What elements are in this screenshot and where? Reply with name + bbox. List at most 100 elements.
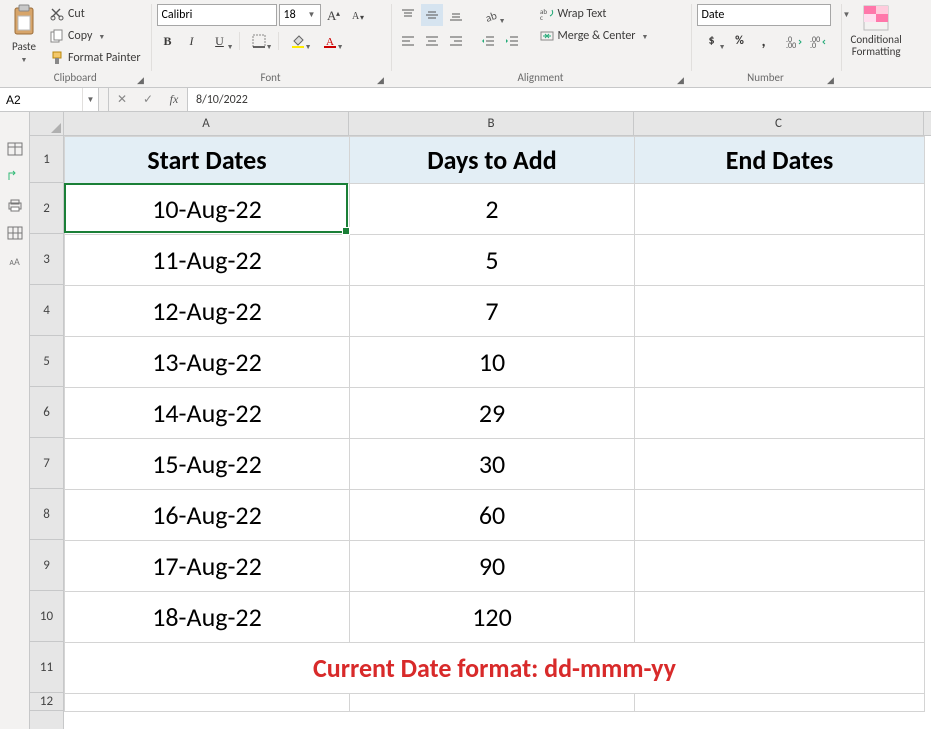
font-color-button[interactable]: A ▼ xyxy=(315,30,345,52)
cell[interactable]: 2 xyxy=(350,184,635,235)
align-top-button[interactable] xyxy=(397,4,419,26)
decrease-font-button[interactable]: A▾ xyxy=(347,4,369,26)
font-size-input[interactable] xyxy=(280,5,304,25)
chevron-down-icon[interactable]: ▼ xyxy=(82,88,98,111)
cell[interactable]: 29 xyxy=(350,388,635,439)
font-launcher[interactable]: ◢ xyxy=(375,75,387,87)
wrap-text-button[interactable]: abc Wrap Text xyxy=(536,4,653,24)
align-right-button[interactable] xyxy=(445,30,467,52)
cell[interactable]: 5 xyxy=(350,235,635,286)
percent-button[interactable]: % xyxy=(729,30,751,52)
toolstrip-step-icon[interactable] xyxy=(5,168,25,186)
decrease-indent-button[interactable] xyxy=(477,30,499,52)
cut-button[interactable]: Cut xyxy=(46,4,145,24)
cell[interactable] xyxy=(635,286,925,337)
merge-center-button[interactable]: Merge & Center ▼ xyxy=(536,26,653,46)
header-cell[interactable]: Start Dates xyxy=(65,137,350,184)
cell[interactable]: 16-Aug-22 xyxy=(65,490,350,541)
header-cell[interactable]: Days to Add xyxy=(350,137,635,184)
increase-decimal-button[interactable]: .0.00 xyxy=(783,30,805,52)
insert-function-button[interactable]: fx xyxy=(161,88,187,111)
cancel-formula-button[interactable]: ✕ xyxy=(109,88,135,111)
row-header-2[interactable]: 2 xyxy=(30,183,63,234)
borders-button[interactable]: ▼ xyxy=(244,30,274,52)
cell[interactable]: 90 xyxy=(350,541,635,592)
row-header-3[interactable]: 3 xyxy=(30,234,63,285)
cell[interactable] xyxy=(635,592,925,643)
select-all-corner[interactable] xyxy=(30,112,64,136)
column-header-A[interactable]: A xyxy=(64,112,349,135)
formula-input[interactable]: 8/10/2022 xyxy=(188,88,931,111)
cell[interactable]: 120 xyxy=(350,592,635,643)
row-header-1[interactable]: 1 xyxy=(30,136,63,183)
toolstrip-table-icon[interactable] xyxy=(5,140,25,158)
cell[interactable]: 15-Aug-22 xyxy=(65,439,350,490)
cell[interactable] xyxy=(635,694,925,712)
name-box[interactable]: ▼ xyxy=(0,88,99,111)
font-name-combo[interactable]: ▼ xyxy=(157,4,277,26)
comma-button[interactable]: , xyxy=(753,30,775,52)
cell[interactable] xyxy=(635,439,925,490)
number-launcher[interactable]: ◢ xyxy=(825,75,837,87)
row-header-10[interactable]: 10 xyxy=(30,591,63,642)
font-size-combo[interactable]: ▼ xyxy=(279,4,321,26)
cell[interactable]: 14-Aug-22 xyxy=(65,388,350,439)
cell[interactable]: 13-Aug-22 xyxy=(65,337,350,388)
alignment-launcher[interactable]: ◢ xyxy=(675,75,687,87)
row-header-6[interactable]: 6 xyxy=(30,387,63,438)
cell[interactable] xyxy=(65,694,350,712)
toolstrip-text-icon[interactable]: ᴀA xyxy=(5,252,25,270)
currency-button[interactable]: $▼ xyxy=(697,30,727,52)
name-box-input[interactable] xyxy=(0,88,82,111)
column-header-C[interactable]: C xyxy=(634,112,924,135)
copy-button[interactable]: Copy ▼ xyxy=(46,26,145,46)
toolstrip-print-icon[interactable] xyxy=(5,196,25,214)
cell[interactable]: 7 xyxy=(350,286,635,337)
cell[interactable] xyxy=(635,337,925,388)
italic-button[interactable]: I xyxy=(181,30,203,52)
align-center-button[interactable] xyxy=(421,30,443,52)
cell[interactable]: 30 xyxy=(350,439,635,490)
increase-indent-button[interactable] xyxy=(501,30,523,52)
fill-color-button[interactable]: ▼ xyxy=(283,30,313,52)
cell[interactable]: 10-Aug-22 xyxy=(65,184,350,235)
number-format-combo[interactable]: ▼ xyxy=(697,4,831,26)
cell[interactable] xyxy=(635,541,925,592)
clipboard-launcher[interactable]: ◢ xyxy=(135,75,147,87)
cell[interactable]: 11-Aug-22 xyxy=(65,235,350,286)
cell[interactable]: 60 xyxy=(350,490,635,541)
row-header-5[interactable]: 5 xyxy=(30,336,63,387)
underline-button[interactable]: U▼ xyxy=(205,30,235,52)
row-header-4[interactable]: 4 xyxy=(30,285,63,336)
column-header-B[interactable]: B xyxy=(349,112,634,135)
spreadsheet-grid[interactable]: ABC 123456789101112 Start DatesDays to A… xyxy=(30,112,931,729)
cell[interactable]: 18-Aug-22 xyxy=(65,592,350,643)
cell[interactable] xyxy=(350,694,635,712)
cell[interactable] xyxy=(635,490,925,541)
header-cell[interactable]: End Dates xyxy=(635,137,925,184)
cell[interactable] xyxy=(635,184,925,235)
chevron-down-icon[interactable]: ▼ xyxy=(304,10,320,20)
decrease-decimal-button[interactable]: .00.0 xyxy=(807,30,829,52)
orientation-button[interactable]: ab▼ xyxy=(477,4,507,26)
paste-button[interactable]: Paste ▼ xyxy=(6,2,42,66)
format-painter-button[interactable]: Format Painter xyxy=(46,48,145,68)
toolstrip-grid-icon[interactable] xyxy=(5,224,25,242)
align-left-button[interactable] xyxy=(397,30,419,52)
row-header-12[interactable]: 12 xyxy=(30,693,63,711)
align-middle-button[interactable] xyxy=(421,4,443,26)
increase-font-button[interactable]: A▴ xyxy=(323,4,345,26)
cell[interactable]: 10 xyxy=(350,337,635,388)
cell[interactable] xyxy=(635,388,925,439)
note-cell[interactable]: Current Date format: dd-mmm-yy xyxy=(65,643,925,694)
cell[interactable] xyxy=(635,235,925,286)
bold-button[interactable]: B xyxy=(157,30,179,52)
cell[interactable]: 17-Aug-22 xyxy=(65,541,350,592)
enter-formula-button[interactable]: ✓ xyxy=(135,88,161,111)
cell[interactable]: 12-Aug-22 xyxy=(65,286,350,337)
row-header-9[interactable]: 9 xyxy=(30,540,63,591)
row-header-7[interactable]: 7 xyxy=(30,438,63,489)
conditional-formatting-button[interactable]: Conditional Formatting xyxy=(847,2,906,60)
row-header-11[interactable]: 11 xyxy=(30,642,63,693)
align-bottom-button[interactable] xyxy=(445,4,467,26)
